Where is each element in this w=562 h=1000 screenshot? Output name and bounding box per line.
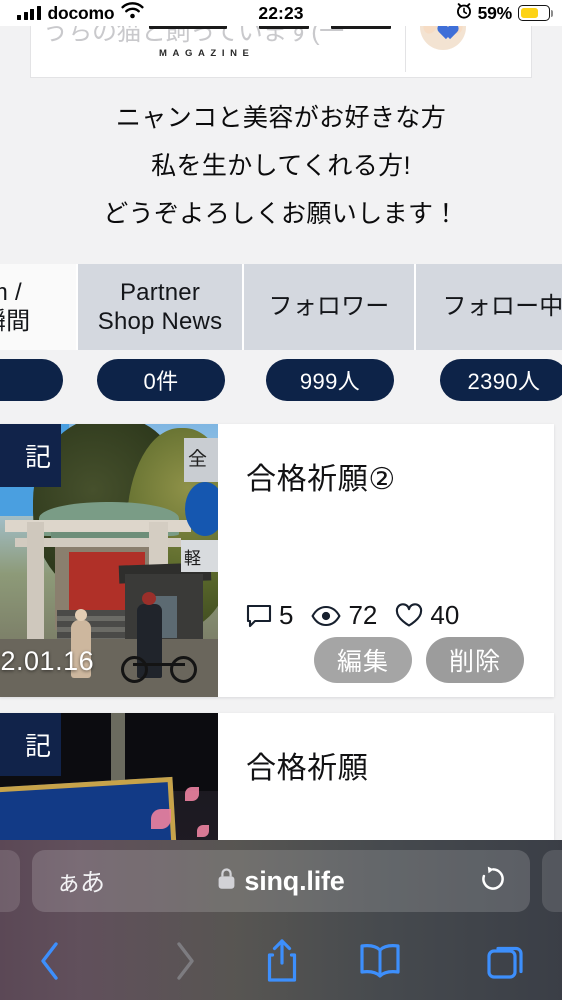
- post-stats: 5 72 40: [246, 600, 459, 631]
- adjacent-tab-right[interactable]: [542, 850, 562, 912]
- badge-cell-partner-shop-news: 0件: [78, 359, 244, 401]
- back-button[interactable]: [0, 939, 134, 983]
- bio-line-2: 私を生かしてくれる方!: [151, 152, 411, 180]
- tab-instagram-moments[interactable]: ram / な瞬間: [0, 264, 78, 350]
- address-bar[interactable]: ぁあ sinq.life: [32, 850, 530, 912]
- post-thumbnail[interactable]: 第一通り DAIICHI-DORI 03: [0, 713, 218, 840]
- redaction-bar: [331, 26, 391, 29]
- bio-line-1: ニャンコと美容がお好きな方: [115, 104, 447, 132]
- comment-count: 5: [246, 600, 293, 631]
- tab-label: ram / な瞬間: [0, 278, 31, 335]
- safari-tab-row: ぁあ sinq.life: [0, 840, 562, 922]
- delete-button[interactable]: 削除: [426, 637, 524, 683]
- heart-icon: [395, 603, 423, 628]
- count-badge: 2390人: [440, 359, 562, 401]
- tab-label: フォロー中: [442, 293, 562, 321]
- badge-cell-instagram: [0, 359, 78, 401]
- bio-line-3: どうぞよろしくお願いします！: [103, 200, 459, 228]
- post-title[interactable]: 合格祈願②: [246, 454, 554, 498]
- post-body: 合格祈願: [218, 713, 554, 840]
- view-count: 72: [311, 600, 377, 631]
- profile-card-remnant: うちの猫と飼っています(一 MAGAZINE: [30, 26, 532, 78]
- bookmarks-button[interactable]: [331, 942, 429, 980]
- post-date-stamp: 22.01.16: [0, 646, 95, 676]
- profile-bio: ニャンコと美容がお好きな方 私を生かしてくれる方! どうぞよろしくお願いします！: [0, 78, 562, 244]
- badge-cell-following: 2390人: [416, 359, 562, 401]
- address-bar-content: sinq.life: [32, 866, 530, 897]
- count-badge: [0, 359, 63, 401]
- magazine-label: MAGAZINE: [159, 48, 255, 59]
- redaction-bar: [259, 26, 309, 29]
- view-count-value: 72: [348, 600, 378, 630]
- alarm-clock-icon: [456, 2, 472, 24]
- tab-label: フォロワー: [268, 293, 390, 321]
- lock-icon: [217, 867, 236, 895]
- tab-badge-row: 0件 999人 2390人: [0, 350, 562, 410]
- safari-nav-row: [0, 922, 562, 1000]
- tab-partner-shop-news[interactable]: Partner Shop News: [78, 264, 244, 350]
- badge-cell-followers: 999人: [244, 359, 416, 401]
- count-badge: 999人: [266, 359, 394, 401]
- reload-button[interactable]: [478, 864, 508, 899]
- forward-button[interactable]: [134, 939, 232, 983]
- safari-bottom-bar: ぁあ sinq.life: [0, 840, 562, 1000]
- adjacent-tab-left[interactable]: [0, 850, 20, 912]
- ios-status-bar: docomo 22:23 59%: [0, 0, 562, 26]
- tab-label: Partner Shop News: [97, 278, 223, 335]
- tab-followers[interactable]: フォロワー: [244, 264, 416, 350]
- status-bar-right: 59%: [456, 2, 554, 24]
- share-button[interactable]: [233, 938, 331, 984]
- battery-icon: [518, 5, 554, 21]
- post-card[interactable]: 全 軽 記 22.01.16 合格祈願②: [0, 424, 554, 697]
- comment-icon: [246, 604, 272, 628]
- url-text: sinq.life: [244, 865, 345, 896]
- post-category-badge: 記: [0, 713, 61, 776]
- profile-tab-strip[interactable]: ram / な瞬間 Partner Shop News フォロワー フォロー中: [0, 264, 562, 350]
- count-badge: 0件: [97, 359, 225, 401]
- post-thumbnail[interactable]: 全 軽 記 22.01.16: [0, 424, 218, 697]
- post-body: 合格祈願② 5 72 40 編集 削除: [218, 424, 554, 697]
- post-actions: 編集 削除: [314, 637, 524, 683]
- redaction-bar: [149, 26, 227, 29]
- comment-count-value: 5: [279, 600, 294, 630]
- post-category-badge: 記: [0, 424, 61, 487]
- edit-button[interactable]: 編集: [314, 637, 412, 683]
- heart-hands-icon: [433, 26, 453, 35]
- eye-icon: [311, 605, 342, 627]
- like-count-value: 40: [430, 600, 460, 630]
- post-card[interactable]: 第一通り DAIICHI-DORI 03: [0, 713, 554, 840]
- sign-main-text: 第一通り: [0, 823, 160, 840]
- tabs-button[interactable]: [430, 940, 562, 982]
- like-count: 40: [395, 600, 459, 631]
- tab-following[interactable]: フォロー中: [416, 264, 562, 350]
- post-list: 全 軽 記 22.01.16 合格祈願②: [0, 410, 562, 840]
- safari-webview[interactable]: うちの猫と飼っています(一 MAGAZINE ニャンコと美容がお好きな方 私を生…: [0, 26, 562, 840]
- battery-percent: 59%: [477, 2, 513, 23]
- divider: [405, 26, 406, 72]
- post-title[interactable]: 合格祈願: [246, 743, 554, 787]
